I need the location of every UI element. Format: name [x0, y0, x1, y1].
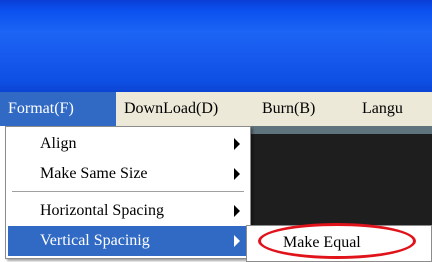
- format-dropdown-menu: Align Make Same Size Horizontal Spacing …: [5, 126, 251, 259]
- menu-item-make-equal[interactable]: Make Equal: [283, 228, 361, 258]
- menu-item-vertical-spacing[interactable]: Vertical Spacinig: [8, 226, 248, 256]
- submenu-arrow-icon: [234, 168, 240, 180]
- menu-item-make-same-size[interactable]: Make Same Size: [8, 159, 248, 189]
- window-title-bar[interactable]: [0, 0, 432, 92]
- menu-item-label: Vertical Spacinig: [40, 232, 150, 249]
- menu-item-label: Make Same Size: [40, 165, 148, 182]
- menu-bar: Format(F) DownLoad(D) Burn(B) Langu: [0, 92, 432, 126]
- vertical-spacing-submenu: Make Equal: [246, 225, 432, 262]
- menu-item-horizontal-spacing[interactable]: Horizontal Spacing: [8, 196, 248, 226]
- workspace-header-strip: [248, 126, 432, 134]
- menu-item-label: Horizontal Spacing: [40, 202, 164, 219]
- menu-separator: [12, 191, 244, 193]
- submenu-arrow-icon: [234, 205, 240, 217]
- submenu-arrow-icon: [234, 235, 240, 247]
- menu-language[interactable]: Langu: [354, 92, 432, 126]
- menu-item-align[interactable]: Align: [8, 129, 248, 159]
- submenu-arrow-icon: [234, 138, 240, 150]
- menu-item-label: Align: [40, 135, 77, 152]
- menu-burn[interactable]: Burn(B): [254, 92, 354, 126]
- menu-format[interactable]: Format(F): [0, 92, 116, 126]
- menu-download[interactable]: DownLoad(D): [116, 92, 254, 126]
